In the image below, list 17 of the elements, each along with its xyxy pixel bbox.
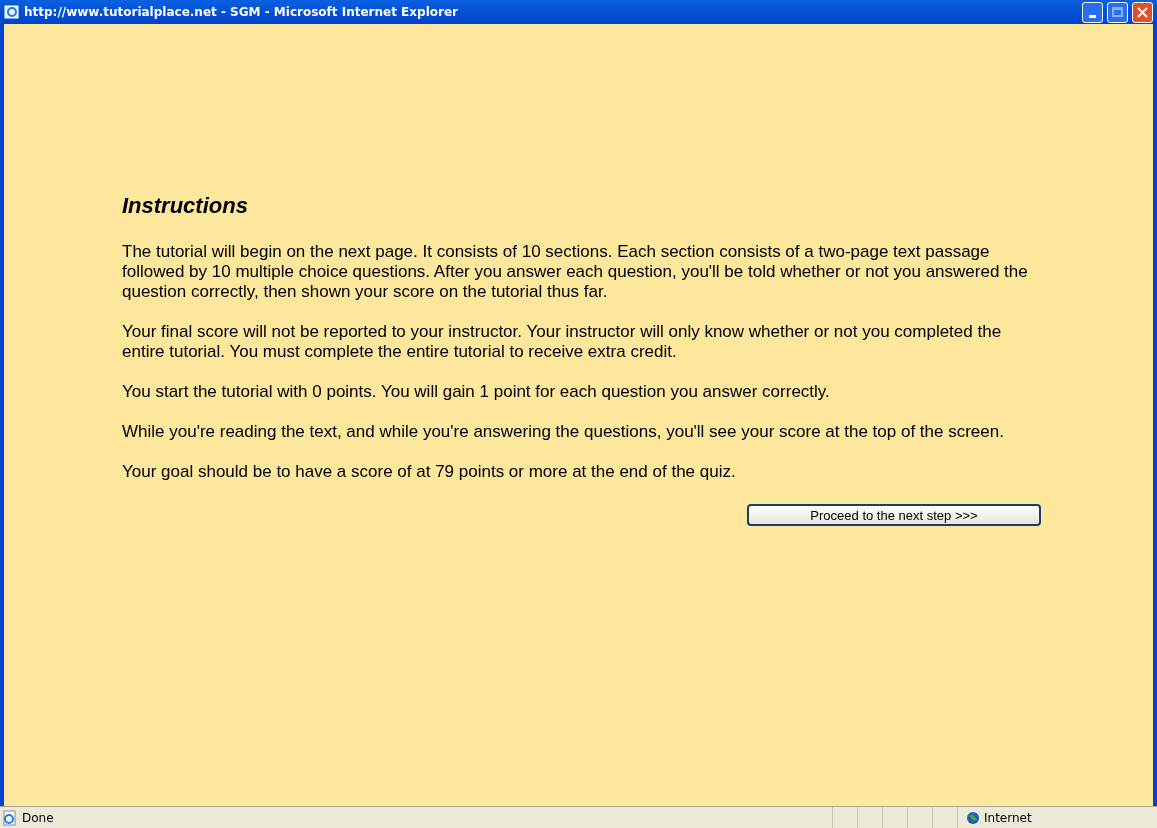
instruction-paragraph: Your final score will not be reported to your instructor. Your instructor will only know whether or not you completed the entire tutorial. You must complete the entire tutorial to receive extra credit. [122,322,1003,362]
close-button[interactable] [1132,1,1153,23]
security-zone: Internet [984,809,1032,827]
status-text: Done [22,809,55,827]
page-icon [2,809,18,826]
page-heading: Instructions [122,192,249,220]
browser-icon [4,4,20,20]
instruction-paragraph: You start the tutorial with 0 points. You will gain 1 point for each question you answer correctly. [122,382,831,402]
instruction-paragraph: The tutorial will begin on the next page. It consists of 10 sections. Each section consists of a two-page text passage followed by 10 multiple choice questions. After you answer each question, you'll be told whether or not you answered the question correctly, then shown your score on the tutorial thus far. [122,242,1029,302]
instruction-paragraph: While you're reading the text, and while you're answering the questions, you'll see your score at the top of the screen. [122,422,1005,442]
maximize-button[interactable] [1107,1,1128,23]
minimize-button[interactable] [1082,1,1103,23]
proceed-button[interactable]: Proceed to the next step >>> [747,504,1041,526]
window-title: http://www.tutorialplace.net - SGM - Microsoft Internet Explorer [24,4,459,21]
close-icon [1137,6,1148,18]
globe-icon [966,810,980,825]
instruction-paragraph: Your goal should be to have a score of at 79 points or more at the end of the quiz. [122,462,737,482]
